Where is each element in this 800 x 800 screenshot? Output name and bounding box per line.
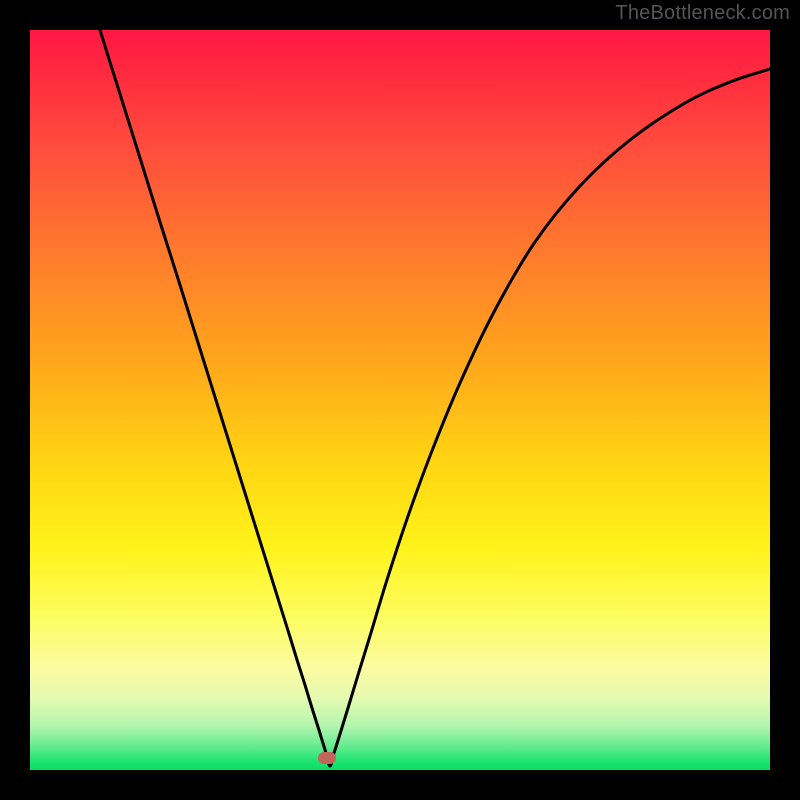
bottleneck-curve-path [100,30,770,766]
optimal-point-marker [318,752,336,764]
bottleneck-curve-svg [30,30,770,770]
watermark-label: TheBottleneck.com [615,2,790,25]
